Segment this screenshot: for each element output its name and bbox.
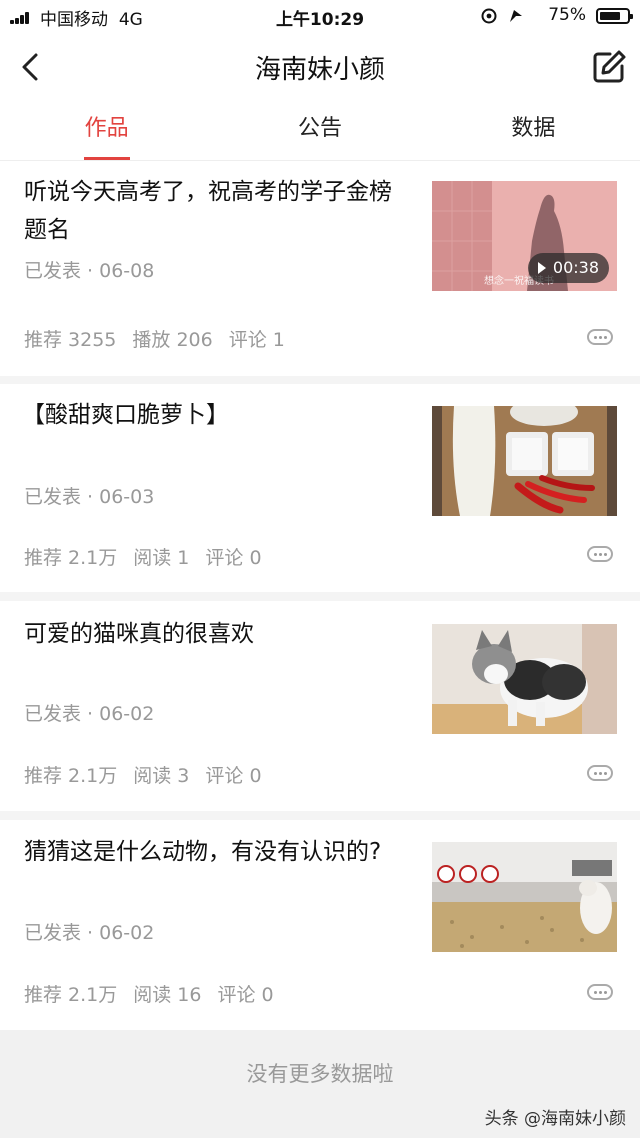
- more-options-icon[interactable]: [587, 765, 613, 781]
- stat-recommend: 推荐 2.1万: [24, 765, 118, 787]
- list-item[interactable]: 【酸甜爽口脆萝卜】 已发表 · 06-03 推荐 2.1万 阅读 1 评论 0: [0, 384, 640, 592]
- post-title: 【酸甜爽口脆萝卜】: [22, 402, 229, 428]
- post-title: 听说今天高考了，祝高考的学子金榜题名: [24, 179, 392, 243]
- play-icon: [537, 262, 546, 274]
- post-title: 猜猜这是什么动物，有没有认识的?: [24, 839, 382, 865]
- stat-reads: 阅读 16: [133, 984, 202, 1006]
- duration-badge: 00:38: [527, 253, 609, 283]
- animal-thumbnail[interactable]: [432, 842, 617, 952]
- battery-icon: [596, 8, 633, 24]
- page-title: 海南妹小颜: [254, 55, 385, 85]
- stat-reads: 阅读 1: [133, 547, 190, 569]
- post-meta: 已发表 · 06-02: [24, 922, 155, 944]
- tab-works[interactable]: 作品: [0, 100, 213, 160]
- edit-icon[interactable]: [590, 48, 628, 86]
- nav-bar: 海南妹小颜: [0, 34, 640, 101]
- stat-comments: 评论 0: [217, 984, 274, 1006]
- stat-plays: 播放 206: [132, 329, 213, 351]
- list-item[interactable]: 可爱的猫咪真的很喜欢 已发表 · 06-02 推荐 2.1万 阅读 3 评论 0: [0, 601, 640, 811]
- cat-thumbnail[interactable]: [432, 624, 617, 734]
- post-stats: 推荐 3255 播放 206 评论 1: [24, 325, 301, 352]
- tab-data[interactable]: 数据: [427, 100, 640, 160]
- stat-comments: 评论 0: [205, 765, 262, 787]
- stat-recommend: 推荐 2.1万: [24, 984, 118, 1006]
- stat-comments: 评论 0: [205, 547, 262, 569]
- status-bar: 中国移动 4G 上午10:29 75%: [0, 0, 640, 34]
- post-meta: 已发表 · 06-02: [24, 703, 155, 725]
- watermark: 头条 @海南妹小颜: [484, 1109, 626, 1129]
- radish-thumbnail[interactable]: [432, 406, 617, 516]
- status-time: 上午10:29: [275, 10, 365, 30]
- post-stats: 推荐 2.1万 阅读 3 评论 0: [24, 761, 278, 788]
- list-footer: 没有更多数据啦 头条 @海南妹小颜: [0, 1030, 640, 1138]
- list-item[interactable]: 猜猜这是什么动物，有没有认识的? 已发表 · 06-02 推荐 2.1万 阅读 1…: [0, 820, 640, 1030]
- video-thumbnail[interactable]: 想念一祝福读书 00:38: [432, 181, 617, 291]
- stat-recommend: 推荐 3255: [24, 329, 117, 351]
- stat-reads: 阅读 3: [133, 765, 190, 787]
- tab-announcements[interactable]: 公告: [213, 100, 426, 160]
- location-lock-icons: [481, 8, 522, 24]
- post-meta: 已发表 · 06-03: [24, 486, 155, 508]
- more-options-icon[interactable]: [587, 984, 613, 1000]
- post-stats: 推荐 2.1万 阅读 16 评论 0: [24, 980, 290, 1007]
- post-meta: 已发表 · 06-08: [24, 260, 155, 282]
- tab-bar: 作品 公告 数据: [0, 100, 640, 161]
- battery-percent: 75%: [548, 5, 586, 25]
- more-options-icon[interactable]: [587, 546, 613, 562]
- list-item[interactable]: 听说今天高考了，祝高考的学子金榜题名 已发表 · 06-08 推荐 3255 播放…: [0, 161, 640, 376]
- post-stats: 推荐 2.1万 阅读 1 评论 0: [24, 543, 278, 570]
- more-options-icon[interactable]: [587, 329, 613, 345]
- post-title: 可爱的猫咪真的很喜欢: [24, 621, 254, 647]
- no-more-data-label: 没有更多数据啦: [246, 1062, 394, 1086]
- stat-comments: 评论 1: [228, 329, 285, 351]
- stat-recommend: 推荐 2.1万: [24, 547, 118, 569]
